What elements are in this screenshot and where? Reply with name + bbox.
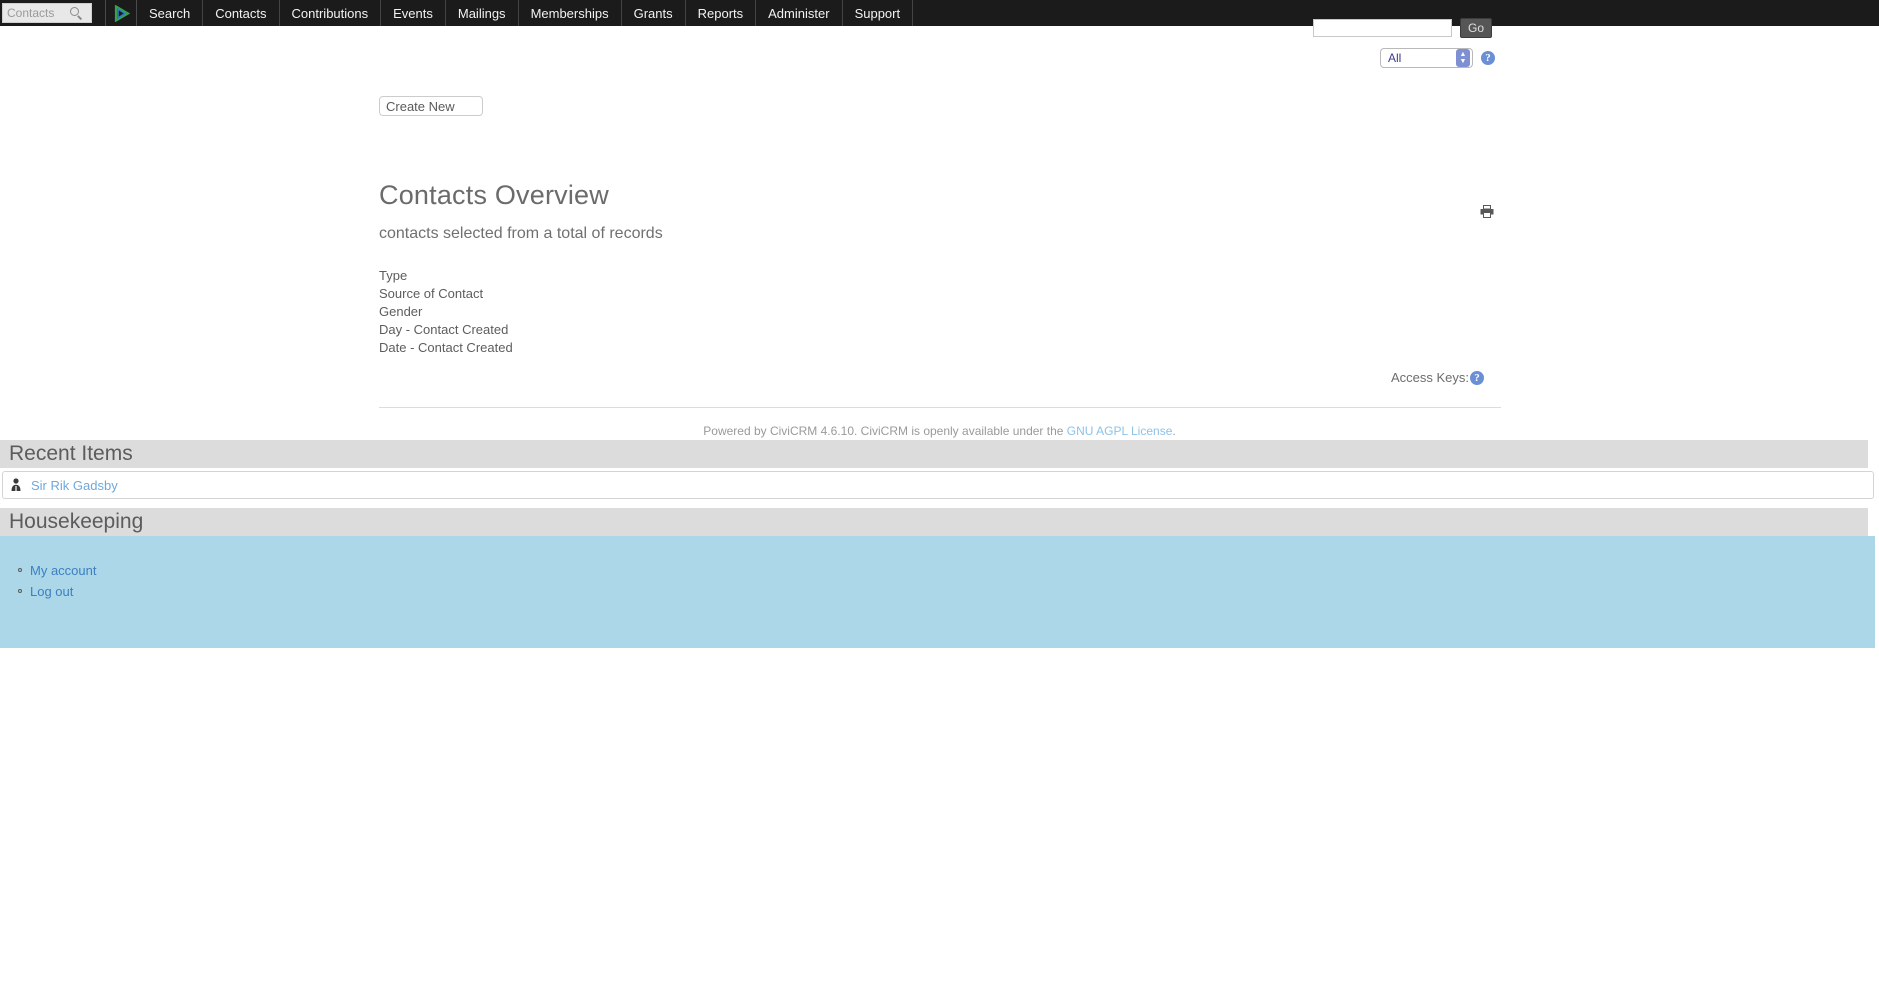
nav-item-contacts[interactable]: Contacts <box>203 0 280 26</box>
my-account-link[interactable]: My account <box>30 563 96 578</box>
recent-items-list: Sir Rik Gadsby <box>2 471 1874 499</box>
quick-search-row: Go <box>1313 18 1503 38</box>
navbar-search-box[interactable] <box>2 3 92 23</box>
page-title: Contacts Overview <box>379 180 609 210</box>
report-field: Gender <box>379 304 423 319</box>
housekeeping-list: My account Log out <box>0 536 1875 602</box>
nav-item-support[interactable]: Support <box>843 0 914 26</box>
civicrm-logo[interactable] <box>105 0 137 26</box>
main-navbar: Search Contacts Contributions Events Mai… <box>0 0 1879 26</box>
quick-search-scope-row: All ▲ ▼ ? <box>1380 48 1503 68</box>
nav-item-contributions[interactable]: Contributions <box>280 0 382 26</box>
access-keys-label: Access Keys: <box>1391 370 1470 385</box>
nav-item-reports[interactable]: Reports <box>686 0 757 26</box>
print-icon[interactable] <box>1480 205 1494 218</box>
quick-search-scope-value: All <box>1388 51 1402 65</box>
nav-item-memberships[interactable]: Memberships <box>519 0 622 26</box>
housekeeping-title: Housekeeping <box>9 510 144 533</box>
list-item: My account <box>18 560 1875 581</box>
navbar-search-input[interactable] <box>7 6 69 20</box>
page-footer: Powered by CiviCRM 4.6.10. CiviCRM is op… <box>0 424 1879 438</box>
report-field: Day - Contact Created <box>379 322 509 337</box>
list-item: Log out <box>18 581 1875 602</box>
report-subtitle: contacts selected from a total of record… <box>379 225 663 242</box>
nav-item-search[interactable]: Search <box>137 0 204 26</box>
housekeeping-body: My account Log out <box>0 536 1875 648</box>
report-field: Source of Contact <box>379 286 484 301</box>
nav-item-grants[interactable]: Grants <box>622 0 686 26</box>
quick-search-scope-select[interactable]: All ▲ ▼ <box>1380 48 1473 68</box>
stepper-arrows-icon[interactable]: ▲ ▼ <box>1456 49 1470 67</box>
log-out-link[interactable]: Log out <box>30 584 73 599</box>
quick-search-input[interactable] <box>1313 19 1452 37</box>
housekeeping-header: Housekeeping <box>0 508 1868 536</box>
content-divider <box>379 407 1501 408</box>
access-keys: Access Keys: ? <box>1391 370 1485 385</box>
report-field: Type <box>379 268 408 283</box>
nav-item-administer[interactable]: Administer <box>756 0 843 26</box>
search-icon[interactable] <box>69 6 83 20</box>
footer-text-before: Powered by CiviCRM 4.6.10. CiviCRM is op… <box>703 424 1067 438</box>
recent-items-header: Recent Items <box>0 440 1868 468</box>
report-field: Date - Contact Created <box>379 340 513 355</box>
report-container: Contacts Overview contacts selected from… <box>379 180 1501 357</box>
gnu-agpl-license-link[interactable]: GNU AGPL License <box>1067 424 1173 438</box>
quick-search-help-icon[interactable]: ? <box>1481 51 1495 65</box>
quick-search-go-button[interactable]: Go <box>1460 18 1492 38</box>
recent-item-link[interactable]: Sir Rik Gadsby <box>31 478 118 493</box>
create-new-button[interactable]: Create New <box>379 96 483 116</box>
report-field-list: Type Source of Contact Gender Day - Cont… <box>379 267 1501 357</box>
quick-search-panel: Go All ▲ ▼ ? <box>1313 18 1503 68</box>
recent-items-title: Recent Items <box>9 442 133 465</box>
civicrm-logo-icon <box>114 4 130 22</box>
nav-item-events[interactable]: Events <box>381 0 446 26</box>
access-keys-help-icon[interactable]: ? <box>1470 370 1485 385</box>
contact-icon <box>11 478 21 491</box>
navbar-menu: Search Contacts Contributions Events Mai… <box>137 0 914 26</box>
nav-item-mailings[interactable]: Mailings <box>446 0 519 26</box>
footer-text-after: . <box>1172 424 1176 438</box>
